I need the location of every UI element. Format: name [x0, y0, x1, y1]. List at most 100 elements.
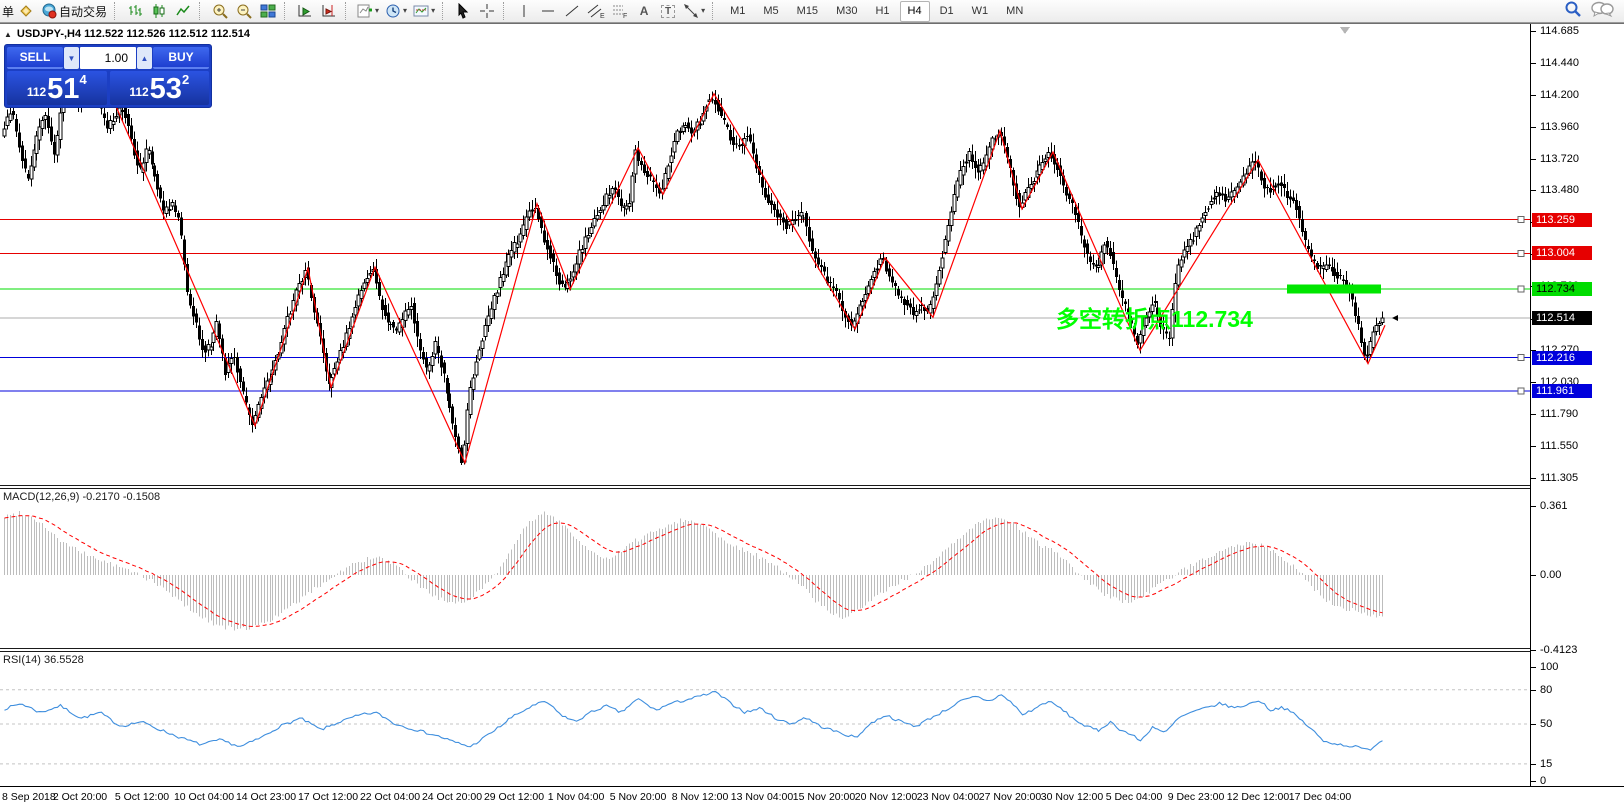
- time-tick-label: 2 Oct 20:00: [52, 791, 108, 803]
- zoom-in-button[interactable]: [208, 1, 232, 22]
- svg-text:E: E: [600, 13, 605, 19]
- time-tick-label: 22 Oct 04:00: [359, 791, 421, 803]
- rsi-tick: 0: [1540, 775, 1547, 787]
- text-button[interactable]: A: [632, 1, 656, 22]
- indicators-icon: [357, 3, 373, 19]
- macd-tick: 0.361: [1540, 500, 1568, 512]
- chart-shift-button[interactable]: [317, 1, 341, 22]
- sell-price-sup: 4: [79, 72, 87, 87]
- chart-text-annotation[interactable]: 多空转折点112.734: [1056, 300, 1253, 334]
- toolbar-separator: [114, 2, 120, 20]
- timeframe-h1[interactable]: H1: [867, 1, 897, 22]
- time-axis[interactable]: 8 Sep 2018 2 Oct 20:00 5 Oct 12:00 10 Oct 0…: [0, 788, 1624, 812]
- horizontal-line-button[interactable]: [536, 1, 560, 22]
- mt4-window: 单 自动交易 ▾ ▾ ▾ E F A T ▾ M1 M5 M15 M30 H1 …: [0, 0, 1624, 812]
- line-handle[interactable]: [1517, 354, 1525, 362]
- rsi-tick: 100: [1540, 661, 1559, 673]
- autotrading-label: 自动交易: [59, 4, 108, 19]
- time-axis-border: [0, 786, 1624, 787]
- new-order-button[interactable]: [14, 1, 38, 22]
- periods-icon: [385, 3, 401, 19]
- volume-decrease-button[interactable]: ▼: [64, 47, 79, 69]
- zoom-out-button[interactable]: [232, 1, 256, 22]
- timeframe-m30[interactable]: M30: [828, 1, 865, 22]
- buy-price-big: 53: [149, 73, 182, 105]
- volume-input[interactable]: 1.00: [80, 47, 136, 69]
- chart-shift-marker[interactable]: [1340, 27, 1350, 34]
- search-icon[interactable]: [1564, 0, 1582, 23]
- chart-shift-icon: [321, 3, 337, 19]
- timeframe-h4[interactable]: H4: [899, 0, 930, 22]
- bar-chart-icon: [127, 3, 143, 19]
- volume-increase-button[interactable]: ▲: [137, 47, 152, 69]
- auto-scroll-icon: [297, 3, 313, 19]
- macd-tick: 0.00: [1540, 569, 1562, 581]
- time-tick-label: 9 Dec 23:00: [1167, 791, 1225, 803]
- buy-price[interactable]: 112 53 2: [109, 71, 209, 105]
- time-tick-label: 10 Oct 04:00: [173, 791, 235, 803]
- price-tick: 114.685: [1540, 25, 1579, 37]
- rsi-pane[interactable]: RSI(14) 36.5528: [0, 652, 1530, 786]
- main-chart-pane[interactable]: ▲ USDJPY-,H4 112.522 112.526 112.512 112…: [0, 24, 1530, 485]
- periods-dropdown-caret[interactable]: ▾: [403, 7, 407, 15]
- timeframe-w1[interactable]: W1: [964, 1, 997, 22]
- horizontal-line-icon: [540, 3, 556, 19]
- equidistant-channel-button[interactable]: E: [584, 1, 608, 22]
- bar-chart-button[interactable]: [123, 1, 147, 22]
- candlestick-chart-icon: [151, 3, 167, 19]
- vertical-line-button[interactable]: [512, 1, 536, 22]
- auto-scroll-button[interactable]: [293, 1, 317, 22]
- price-tick: 111.305: [1540, 472, 1579, 484]
- macd-chart[interactable]: [0, 489, 1530, 648]
- current-price-chip: 112.514: [1532, 311, 1592, 326]
- candlestick-chart-button[interactable]: [147, 1, 171, 22]
- line-handle[interactable]: [1517, 216, 1525, 224]
- line-chart-icon: [175, 3, 191, 19]
- timeframe-m1[interactable]: M1: [722, 1, 753, 22]
- sell-price[interactable]: 112 51 4: [7, 71, 107, 105]
- line-handle[interactable]: [1517, 249, 1525, 257]
- sell-button[interactable]: SELL: [7, 47, 63, 69]
- price-tick: 111.790: [1540, 407, 1579, 420]
- chat-icon[interactable]: [1590, 0, 1614, 23]
- trendline-button[interactable]: [560, 1, 584, 22]
- periods-button[interactable]: ▾: [382, 1, 410, 22]
- text-label-button[interactable]: T: [656, 1, 680, 22]
- time-tick-label: 17 Oct 12:00: [297, 791, 359, 803]
- arrows-dropdown-caret[interactable]: ▾: [701, 7, 705, 15]
- zoom-in-icon: [212, 3, 228, 19]
- templates-dropdown-caret[interactable]: ▾: [431, 7, 435, 15]
- autotrading-button[interactable]: 自动交易: [38, 1, 110, 22]
- line-chart-button[interactable]: [171, 1, 195, 22]
- new-order-button-label[interactable]: 单: [2, 3, 14, 20]
- macd-pane[interactable]: MACD(12,26,9) -0.2170 -0.1508: [0, 489, 1530, 648]
- price-axis[interactable]: 114.685 114.440 114.200 113.960 113.720 113.4…: [1530, 24, 1624, 787]
- fibonacci-button[interactable]: F: [608, 1, 632, 22]
- indicators-button[interactable]: ▾: [354, 1, 382, 22]
- candlestick-chart[interactable]: [0, 24, 1530, 485]
- crosshair-button[interactable]: [475, 1, 499, 22]
- toolbar-separator: [345, 2, 351, 20]
- trade-panel-collapse-icon[interactable]: ▲: [4, 30, 12, 39]
- rsi-chart[interactable]: [0, 652, 1530, 786]
- cursor-button[interactable]: [451, 1, 475, 22]
- tile-windows-icon: [260, 3, 276, 19]
- line-handle[interactable]: [1517, 285, 1525, 293]
- autotrading-icon: [41, 3, 57, 19]
- templates-button[interactable]: ▾: [410, 1, 438, 22]
- symbol-header: ▲ USDJPY-,H4 112.522 112.526 112.512 112…: [4, 28, 250, 40]
- tile-windows-button[interactable]: [256, 1, 280, 22]
- zigzag-line[interactable]: [94, 57, 1386, 465]
- macd-tick: -0.4123: [1540, 644, 1578, 656]
- indicators-dropdown-caret[interactable]: ▾: [375, 7, 379, 15]
- buy-button[interactable]: BUY: [153, 47, 209, 69]
- timeframe-m5[interactable]: M5: [755, 1, 786, 22]
- line-handle[interactable]: [1517, 387, 1525, 395]
- timeframe-m15[interactable]: M15: [789, 1, 826, 22]
- time-tick-label: 27 Nov 20:00: [978, 791, 1042, 803]
- arrows-button[interactable]: ▾: [680, 1, 708, 22]
- timeframe-mn[interactable]: MN: [998, 1, 1031, 22]
- time-tick-label: 8 Nov 12:00: [671, 791, 729, 803]
- timeframe-d1[interactable]: D1: [932, 1, 962, 22]
- time-tick-label: 14 Oct 23:00: [235, 791, 297, 803]
